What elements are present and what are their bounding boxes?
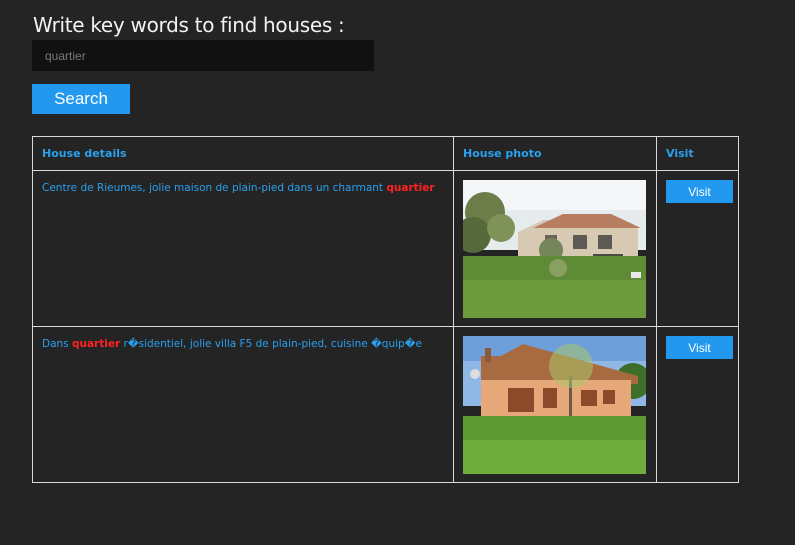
house-photo-cell xyxy=(453,170,657,327)
results-table: House details House photo Visit Centre d… xyxy=(32,136,739,483)
house-photo-cell xyxy=(453,326,657,483)
visit-button[interactable]: Visit xyxy=(666,336,733,359)
house-photo xyxy=(463,180,646,318)
search-heading: Write key words to find houses : xyxy=(33,13,345,37)
details-text-after: r�sidentiel, jolie villa F5 de plain-pie… xyxy=(120,338,422,350)
column-header-visit: Visit xyxy=(656,136,739,171)
visit-cell: Visit xyxy=(656,326,739,483)
house-photo xyxy=(463,336,646,474)
search-input[interactable] xyxy=(32,40,374,71)
table-header-row: House details House photo Visit xyxy=(32,136,739,171)
table-row: Dans quartier r�sidentiel, jolie villa F… xyxy=(32,326,739,483)
house-details-text: Centre de Rieumes, jolie maison de plain… xyxy=(33,171,453,195)
house-details-text: Dans quartier r�sidentiel, jolie villa F… xyxy=(33,327,453,351)
details-text-before: Dans xyxy=(42,338,72,350)
keyword-highlight: quartier xyxy=(386,182,435,194)
visit-button[interactable]: Visit xyxy=(666,180,733,203)
details-text-before: Centre de Rieumes, jolie maison de plain… xyxy=(42,182,387,194)
visit-cell: Visit xyxy=(656,170,739,327)
house-details-cell: Dans quartier r�sidentiel, jolie villa F… xyxy=(32,326,454,483)
search-button[interactable]: Search xyxy=(32,84,130,114)
house-details-cell: Centre de Rieumes, jolie maison de plain… xyxy=(32,170,454,327)
column-header-house-photo: House photo xyxy=(453,136,657,171)
table-row: Centre de Rieumes, jolie maison de plain… xyxy=(32,170,739,327)
column-header-house-details: House details xyxy=(32,136,454,171)
keyword-highlight: quartier xyxy=(71,338,121,350)
